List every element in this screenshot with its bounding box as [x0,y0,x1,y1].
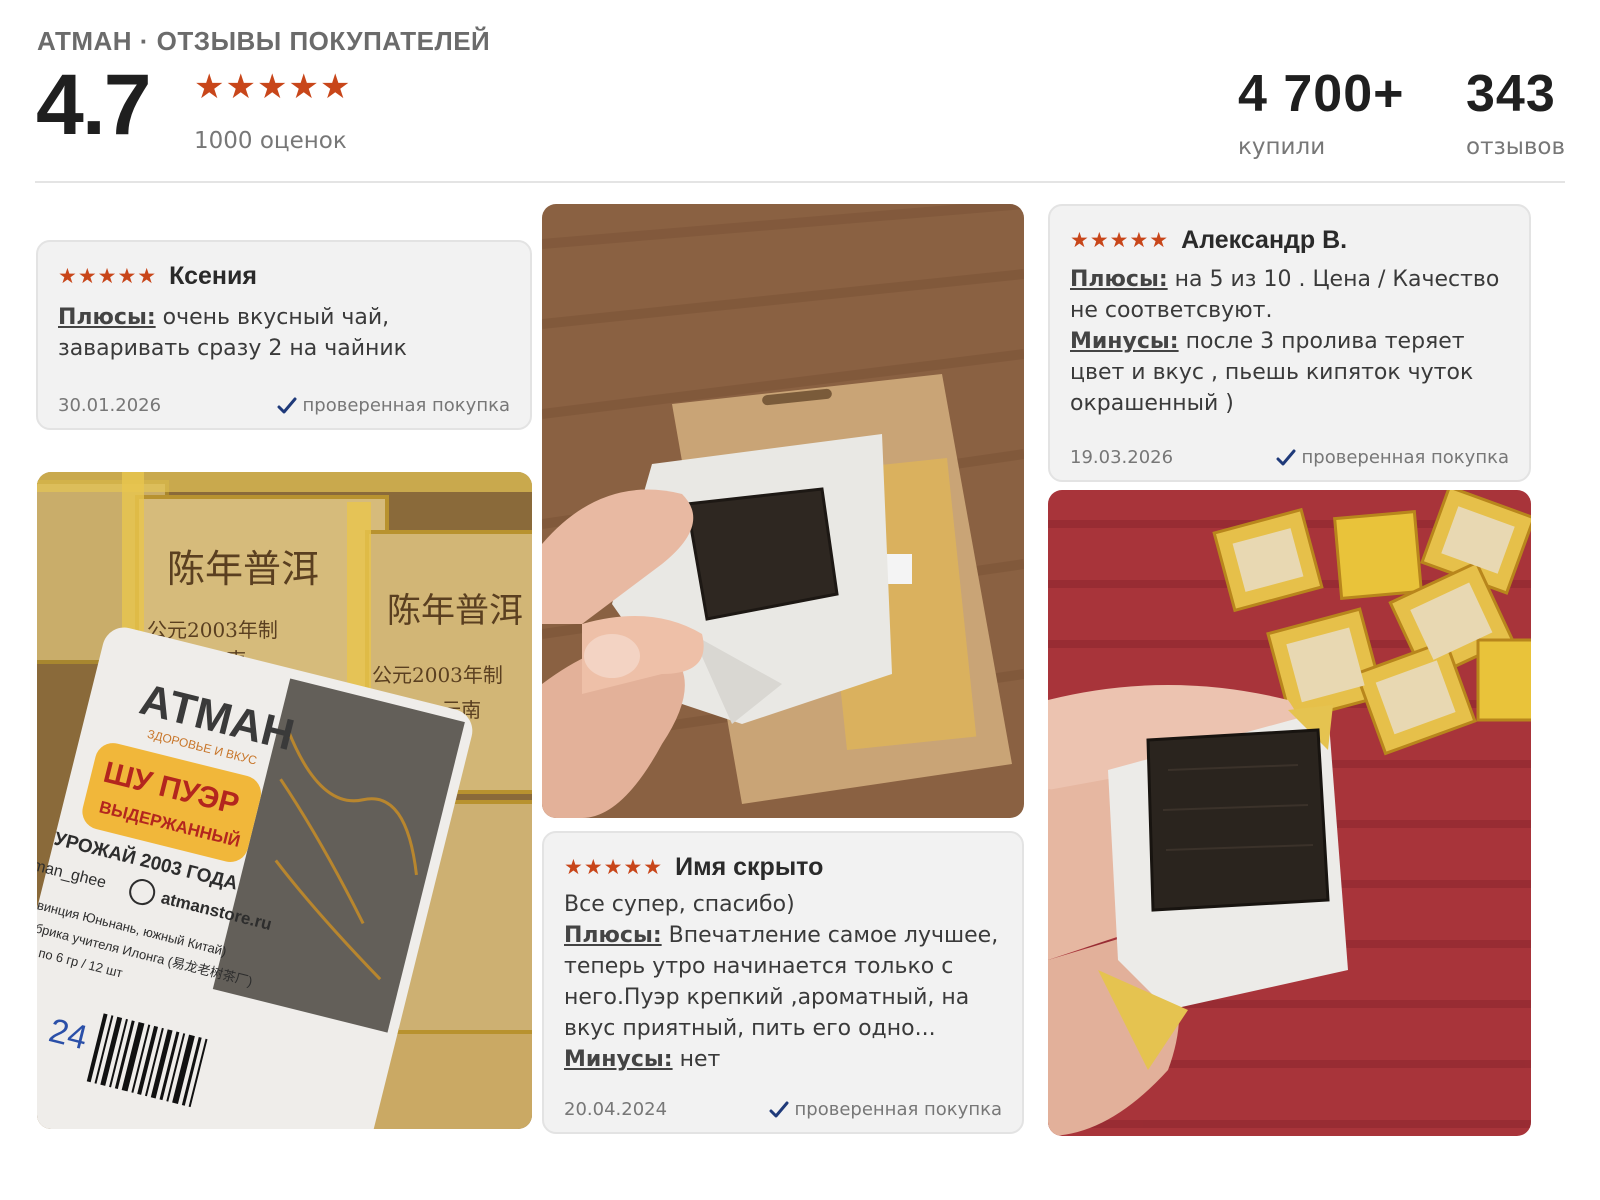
bought-value: 4 700+ [1238,65,1405,123]
review-body: Плюсы: на 5 из 10 . Цена / Качество не с… [1070,264,1511,419]
page-title: АТМАН · ОТЗЫВЫ ПОКУПАТЕЛЕЙ [37,26,491,56]
review-author: Имя скрыто [675,853,824,881]
reviews-stat: 343 отзывов [1466,68,1565,160]
review-card: ★★★★★ Александр В. Плюсы: на 5 из 10 . Ц… [1048,204,1531,482]
cons-label: Минусы: [564,1047,673,1072]
average-rating: 4.7 [36,57,152,153]
checkmark-icon [769,1101,789,1117]
pros-label: Плюсы: [1070,267,1168,292]
reviews-value: 343 [1466,65,1556,123]
review-card: ★★★★★ Имя скрыто Все супер, спасибо) Плю… [542,831,1024,1134]
review-date: 19.03.2026 [1070,447,1174,468]
review-author: Ксения [169,262,257,290]
star-icon: ★ [319,67,352,107]
star-icon: ★ [288,67,320,107]
verified-label: проверенная покупка [1301,447,1509,468]
checkmark-icon [277,397,297,413]
bought-stat: 4 700+ купили [1238,68,1405,160]
wrapper-year-2: 公元2003年制 [372,663,503,687]
review-stars: ★★★★★ [1070,228,1170,252]
pros-label: Плюсы: [58,305,156,330]
cons-label: Минусы: [1070,329,1179,354]
checkmark-icon [1276,449,1296,465]
verified-label: проверенная покупка [794,1099,1002,1120]
verified-badge: проверенная покупка [1276,447,1509,468]
wrapper-title-2: 陈年普洱 [387,591,523,631]
red-cloth-photo-image [1048,490,1531,1136]
review-photo-red-cloth[interactable] [1048,490,1531,1136]
wrapper-title: 陈年普洱 [167,547,319,591]
review-card: ★★★★★ Ксения Плюсы: очень вкусный чай, з… [36,240,532,430]
verified-label: проверенная покупка [302,395,510,416]
star-icon: ★ [194,67,226,107]
reviews-label: отзывов [1466,134,1566,160]
bought-label: купили [1238,134,1326,160]
rating-stars: ★★★★★ [194,70,351,104]
rating-count: 1000 оценок [194,128,347,154]
header-divider [35,181,1565,183]
star-icon: ★ [256,67,289,107]
review-date: 30.01.2026 [58,395,162,416]
review-photo-hand[interactable] [542,204,1024,818]
review-body: Плюсы: очень вкусный чай, заваривать сра… [58,302,512,364]
star-icon: ★ [225,67,257,107]
verified-badge: проверенная покупка [769,1099,1002,1120]
review-stars: ★★★★★ [564,855,664,879]
review-photo-package[interactable]: 陈年普洱 公元2003年制 中国 · 云南 陈年普洱 公元2003年制 中国 ·… [37,472,532,1129]
cons-text: нет [679,1047,721,1072]
package-photo-image: 陈年普洱 公元2003年制 中国 · 云南 陈年普洱 公元2003年制 中国 ·… [37,472,532,1129]
review-date: 20.04.2024 [564,1099,668,1120]
verified-badge: проверенная покупка [277,395,510,416]
review-body: Все супер, спасибо) Плюсы: Впечатление с… [564,889,1004,1075]
hand-photo-image [542,204,1024,818]
review-author: Александр В. [1181,226,1348,254]
pros-label: Плюсы: [564,923,662,948]
review-stars: ★★★★★ [58,264,158,288]
review-comment: Все супер, спасибо) [564,892,795,917]
